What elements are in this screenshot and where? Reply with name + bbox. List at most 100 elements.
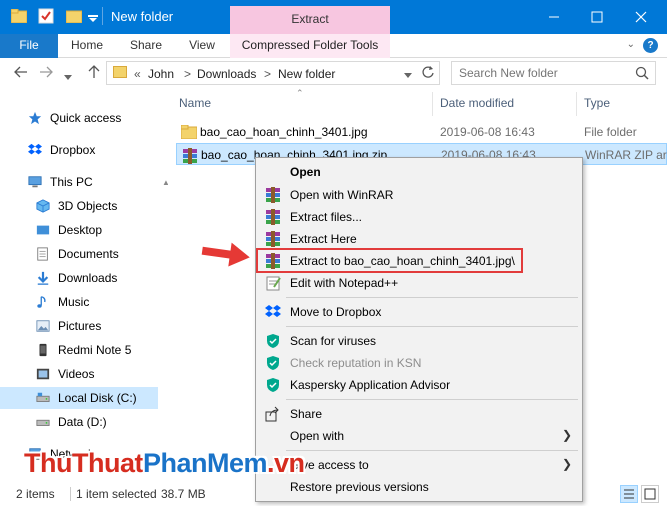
large-icons-view-button[interactable] [641, 485, 659, 503]
minimize-button[interactable] [540, 6, 568, 28]
menu-item-give-access-to[interactable]: Give access to ❯ [258, 454, 580, 476]
menu-item-label: Kaspersky Application Advisor [290, 378, 451, 392]
menu-item-kaspersky-advisor[interactable]: Kaspersky Application Advisor [258, 374, 580, 396]
download-icon [37, 271, 49, 285]
breadcrumb-separator: > [264, 67, 272, 81]
table-row[interactable]: bao_cao_hoan_chinh_3401.jpg 2019-06-08 1… [176, 121, 667, 143]
new-folder-icon[interactable] [65, 9, 83, 26]
menu-item-label: Check reputation in KSN [290, 356, 422, 370]
kaspersky-icon [267, 378, 279, 392]
search-icon[interactable] [635, 66, 649, 83]
breadcrumb-separator: > [184, 67, 192, 81]
submenu-arrow-icon: ❯ [561, 457, 572, 471]
column-divider[interactable] [576, 92, 577, 116]
menu-item-label: Open with WinRAR [290, 188, 394, 202]
window-title: New folder [111, 9, 174, 24]
menu-item-check-reputation[interactable]: Check reputation in KSN [258, 352, 580, 374]
breadcrumb-overflow[interactable]: « [134, 67, 141, 81]
notepad-icon [266, 276, 281, 291]
column-divider[interactable] [432, 92, 433, 116]
sidebar-item-label: Downloads [58, 271, 118, 285]
menu-item-share[interactable]: Share [258, 403, 580, 425]
search-input[interactable] [459, 63, 639, 83]
menu-item-label: Edit with Notepad++ [290, 276, 399, 290]
sidebar-item-documents[interactable]: Documents [0, 243, 158, 265]
breadcrumb-downloads[interactable]: Downloads [197, 67, 256, 81]
dropbox-icon [28, 143, 42, 155]
tab-file[interactable]: File [0, 34, 58, 58]
sidebar-item-videos[interactable]: Videos [0, 363, 158, 385]
column-header-name[interactable]: Name [179, 96, 211, 110]
title-bar: New folder Extract [0, 0, 667, 34]
customize-toolbar-icon[interactable] [88, 12, 98, 26]
column-header-date-modified[interactable]: Date modified [440, 96, 514, 110]
kaspersky-icon [267, 334, 279, 348]
up-arrow-icon[interactable] [87, 65, 101, 82]
column-header-type[interactable]: Type [584, 96, 610, 110]
sidebar-item-this-pc[interactable]: This PC [0, 171, 158, 193]
sidebar-item-label: Music [58, 295, 90, 309]
breadcrumb-john[interactable]: John [148, 67, 174, 81]
sidebar-item-label: Pictures [58, 319, 102, 333]
search-box[interactable] [451, 61, 656, 85]
winrar-icon [266, 209, 280, 225]
sidebar-item-downloads[interactable]: Downloads [0, 267, 158, 289]
desktop-icon [36, 225, 50, 235]
tab-home[interactable]: Home [65, 34, 109, 58]
folder-icon[interactable] [10, 8, 28, 26]
dropbox-icon [265, 305, 281, 317]
large-icons-view-icon [644, 488, 656, 500]
extract-context-label: Extract [230, 6, 390, 34]
back-arrow-icon[interactable] [14, 65, 28, 82]
sidebar-item-dropbox[interactable]: Dropbox [0, 139, 158, 161]
maximize-button[interactable] [583, 6, 611, 28]
refresh-icon[interactable] [421, 65, 435, 82]
sidebar-item-desktop[interactable]: Desktop [0, 219, 158, 241]
sidebar-item-local-disk-c[interactable]: Local Disk (C:) [0, 387, 158, 409]
menu-item-open-with-winrar[interactable]: Open with WinRAR [258, 184, 580, 206]
chevron-down-icon[interactable]: ⌄ [627, 39, 635, 50]
drive-icon [36, 392, 50, 402]
folder-icon [181, 125, 197, 139]
sidebar-item-pictures[interactable]: Pictures [0, 315, 158, 337]
tab-compressed-folder-tools[interactable]: Compressed Folder Tools [230, 34, 390, 58]
music-icon [37, 296, 46, 308]
close-button[interactable] [627, 6, 655, 28]
selection-count: 1 item selected [76, 487, 157, 501]
menu-item-open-with[interactable]: Open with ❯ [258, 425, 580, 447]
share-icon [265, 406, 279, 422]
watermark-part: .vn [267, 448, 305, 478]
sidebar-item-music[interactable]: Music [0, 291, 158, 313]
menu-item-move-to-dropbox[interactable]: Move to Dropbox [258, 301, 580, 323]
highlight-box [256, 248, 523, 273]
winrar-icon [266, 231, 280, 247]
sidebar-item-3d-objects[interactable]: 3D Objects [0, 195, 158, 217]
details-view-button[interactable] [620, 485, 638, 503]
menu-item-open[interactable]: Open [258, 161, 580, 183]
menu-item-extract-files[interactable]: Extract files... [258, 206, 580, 228]
menu-item-label: Open [290, 165, 321, 179]
menu-separator [286, 399, 578, 400]
menu-item-extract-here[interactable]: Extract Here [258, 228, 580, 250]
sidebar-item-quick-access[interactable]: Quick access [0, 107, 158, 129]
recent-locations-icon[interactable] [64, 68, 72, 84]
tab-share[interactable]: Share [124, 34, 168, 58]
address-bar[interactable]: « John > Downloads > New folder [106, 61, 440, 85]
menu-separator [286, 450, 578, 451]
ribbon-tabs: File Home Share View Compressed Folder T… [0, 34, 667, 58]
forward-arrow-icon[interactable] [39, 65, 53, 82]
menu-item-restore-previous-versions[interactable]: Restore previous versions [258, 476, 580, 498]
sidebar-item-redmi-note-5[interactable]: Redmi Note 5 [0, 339, 158, 361]
menu-item-label: Open with [290, 429, 345, 443]
minimize-icon [549, 16, 559, 18]
menu-item-scan-for-viruses[interactable]: Scan for viruses [258, 330, 580, 352]
help-icon[interactable]: ? [643, 38, 658, 53]
winrar-icon [183, 148, 197, 164]
properties-icon[interactable] [38, 8, 54, 27]
star-icon [28, 111, 42, 125]
sidebar-item-data-d[interactable]: Data (D:) [0, 411, 158, 433]
menu-item-edit-with-notepad[interactable]: Edit with Notepad++ [258, 272, 580, 294]
address-dropdown-icon[interactable] [404, 68, 412, 82]
tab-view[interactable]: View [182, 34, 222, 58]
breadcrumb-new-folder[interactable]: New folder [278, 67, 335, 81]
